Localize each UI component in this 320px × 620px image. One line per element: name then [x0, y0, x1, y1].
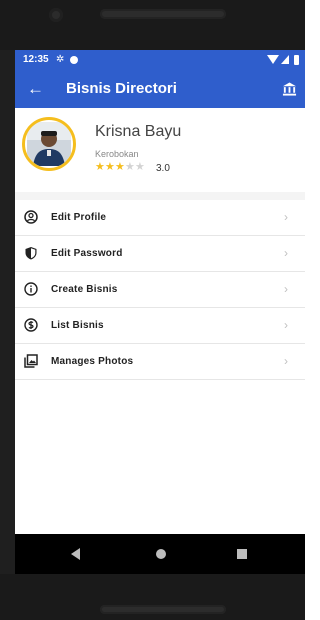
nav-back-icon[interactable] [71, 548, 80, 560]
screen: 12:35 ✲ ← Bisnis Directori Krisna Bayu K… [15, 50, 305, 555]
bottom-speaker [100, 605, 226, 614]
star-filled-icon: ★ [95, 161, 105, 173]
star-empty-icon: ★ [125, 161, 135, 173]
menu-item-create-bisnis[interactable]: Create Bisnis › [15, 272, 305, 308]
menu-item-edit-password[interactable]: Edit Password › [15, 236, 305, 272]
menu-item-manages-photos[interactable]: Manages Photos › [15, 344, 305, 380]
menu-label: Create Bisnis [51, 284, 118, 295]
menu-list: Edit Profile › Edit Password › Create Bi… [15, 200, 305, 380]
app-bar: ← Bisnis Directori [15, 70, 305, 108]
account-circle-icon [24, 210, 38, 224]
chevron-right-icon: › [284, 354, 288, 368]
nav-home-icon[interactable] [156, 549, 166, 559]
signal-icon [281, 55, 289, 64]
star-filled-icon: ★ [115, 161, 125, 173]
phone-frame: 12:35 ✲ ← Bisnis Directori Krisna Bayu K… [0, 0, 305, 620]
chevron-right-icon: › [284, 246, 288, 260]
battery-icon [294, 55, 299, 65]
gear-icon: ✲ [56, 54, 65, 65]
camera-icon [49, 8, 63, 22]
menu-label: List Bisnis [51, 320, 104, 331]
profile-card: Krisna Bayu Kerobokan ★★★★★ 3.0 [15, 108, 305, 192]
star-filled-icon: ★ [105, 161, 115, 173]
notification-dot-icon [70, 56, 78, 64]
avatar-photo [27, 122, 71, 166]
profile-location: Kerobokan [95, 149, 139, 159]
bottom-bezel [0, 574, 305, 620]
menu-item-list-bisnis[interactable]: List Bisnis › [15, 308, 305, 344]
chevron-right-icon: › [284, 282, 288, 296]
chevron-right-icon: › [284, 210, 288, 224]
avatar[interactable] [22, 117, 76, 171]
page-title: Bisnis Directori [66, 80, 177, 97]
rating-stars: ★★★★★ [95, 160, 145, 173]
top-bezel [0, 0, 305, 50]
rating-value: 3.0 [156, 163, 170, 174]
photo-library-icon [24, 354, 38, 368]
status-time: 12:35 [23, 54, 49, 65]
earpiece-speaker [100, 9, 226, 19]
section-divider [15, 192, 305, 200]
wifi-icon [267, 55, 279, 64]
dollar-circle-icon [24, 318, 38, 332]
menu-item-edit-profile[interactable]: Edit Profile › [15, 200, 305, 236]
nav-recents-icon[interactable] [237, 549, 247, 559]
chevron-right-icon: › [284, 318, 288, 332]
system-nav-bar [15, 534, 305, 574]
menu-label: Edit Password [51, 248, 123, 259]
shield-icon [25, 247, 37, 260]
menu-label: Edit Profile [51, 212, 107, 223]
back-arrow-icon[interactable]: ← [27, 78, 45, 100]
bank-icon[interactable] [282, 81, 297, 97]
profile-name: Krisna Bayu [95, 123, 182, 140]
star-empty-icon: ★ [135, 161, 145, 173]
status-bar: 12:35 ✲ [15, 50, 305, 70]
info-icon [24, 282, 38, 296]
menu-label: Manages Photos [51, 356, 134, 367]
